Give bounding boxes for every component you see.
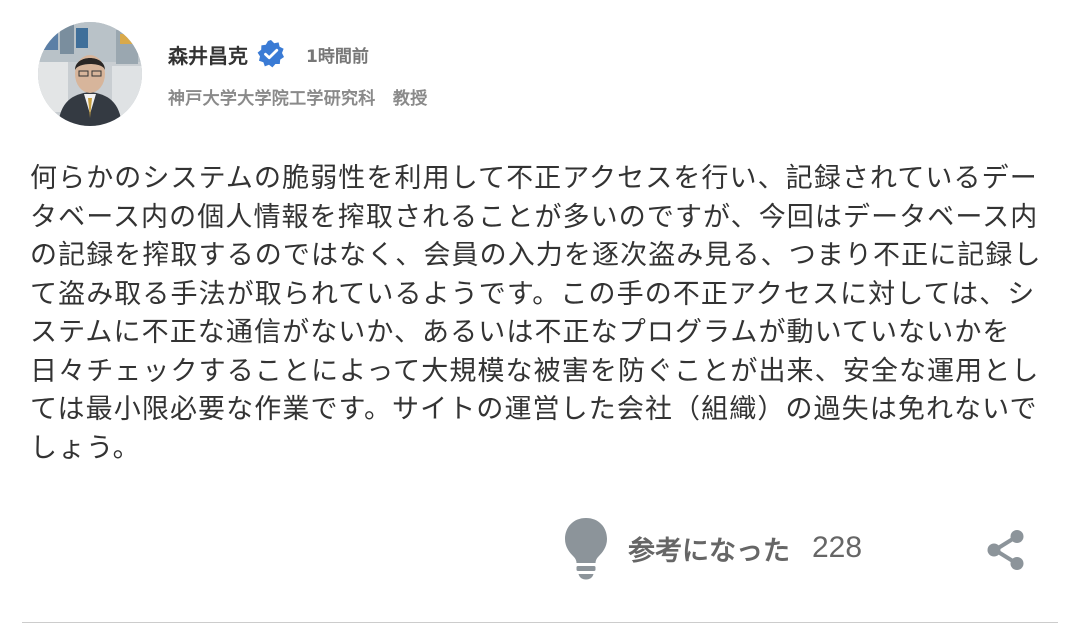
post-time: 1時間前 xyxy=(306,46,369,67)
lightbulb-icon xyxy=(562,516,610,580)
avatar-photo xyxy=(38,22,142,126)
author-row: 森井昌克 1時間前 xyxy=(168,38,369,70)
author-name[interactable]: 森井昌克 xyxy=(168,40,248,69)
helpful-button[interactable]: 参考になった 228 xyxy=(562,516,862,580)
share-icon xyxy=(987,530,1024,570)
comment-body: 何らかのシステムの脆弱性を利用して不正アクセスを行い、記録されているデータベース… xyxy=(30,163,1042,464)
author-title: 神戸大学大学院工学研究科 教授 xyxy=(168,89,428,109)
bottom-divider xyxy=(22,622,1058,623)
helpful-label: 参考になった xyxy=(628,535,790,567)
share-button[interactable] xyxy=(984,528,1028,572)
verified-badge-icon xyxy=(256,39,286,69)
helpful-count: 228 xyxy=(812,531,863,564)
author-avatar[interactable] xyxy=(38,22,142,126)
